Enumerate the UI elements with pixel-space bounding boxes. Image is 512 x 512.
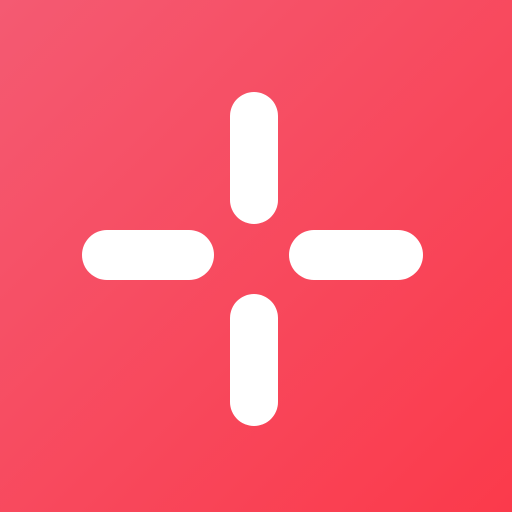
crosshair-right-bar bbox=[289, 230, 423, 280]
crosshair-top-bar bbox=[230, 92, 278, 224]
crosshair-left-bar bbox=[82, 230, 214, 280]
app-icon bbox=[0, 0, 512, 512]
crosshair-bottom-bar bbox=[230, 294, 278, 426]
crosshair-icon bbox=[82, 92, 423, 426]
